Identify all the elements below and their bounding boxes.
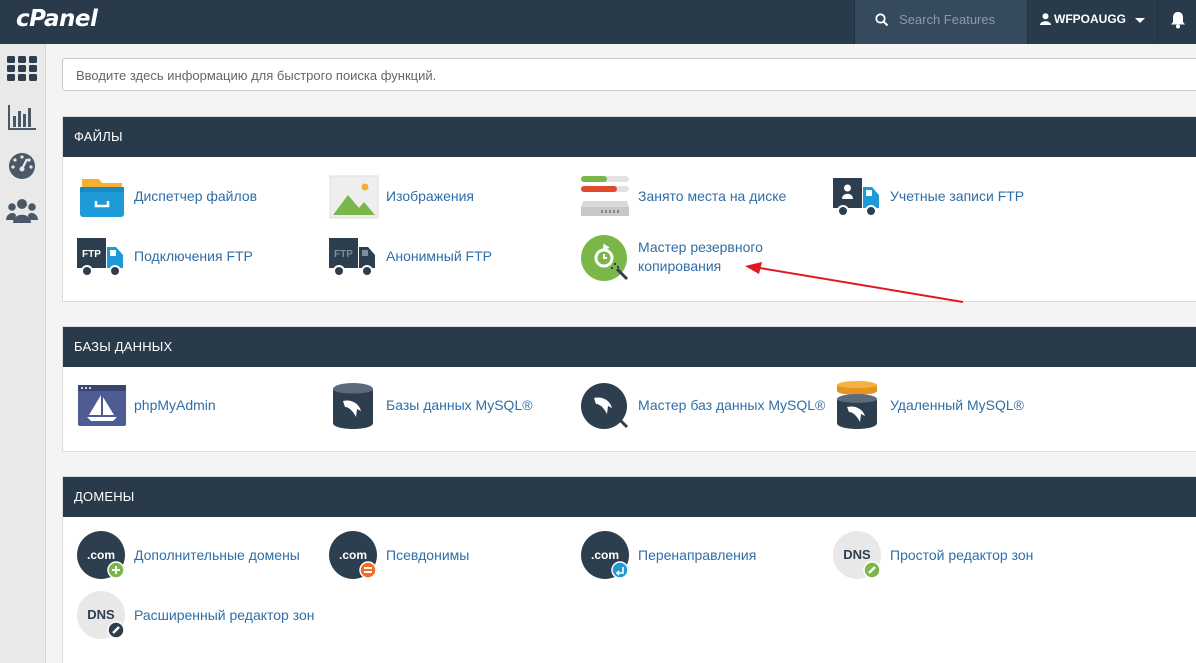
backup-wizard-label: Мастер резервного копирования [638,238,763,276]
anonymous-ftp-label: Анонимный FTP [386,248,492,264]
mysql-databases-label: Базы данных MySQL® [386,397,533,413]
advanced-zone-editor-label: Расширенный редактор зон [134,607,315,623]
aliases-icon: .com [329,531,377,579]
disk-usage-icon [581,176,629,216]
addon-domains-label: Дополнительные домены [134,547,300,563]
backup-wizard-label-line2: копирования [638,258,722,274]
feature-search-placeholder: Search Features [899,12,996,27]
phpmyadmin-icon [78,385,126,426]
images-label: Изображения [386,188,474,204]
chevron-down-icon[interactable] [1135,18,1145,23]
domains-section: ДОМЕНЫ .com Дополнительные домены .com П… [62,476,1196,663]
advanced-zone-editor-icon: DNS [77,591,125,639]
disk-usage-label: Занято места на диске [638,188,787,204]
cpanel-logo[interactable]: cPanel [16,6,98,32]
sidebar [0,44,46,663]
file-manager-label: Диспетчер файлов [134,188,258,204]
user-menu[interactable]: WFPOAUGG [1040,12,1126,26]
com-icon-text: .com [87,548,115,562]
addon-domains-icon: .com [77,531,125,579]
dns-icon-text: DNS [87,607,115,622]
notifications-button[interactable] [1157,0,1196,44]
com-icon-text: .com [339,548,367,562]
redirects-icon: .com [581,531,629,579]
ftp-accounts-icon [833,178,879,217]
users-icon[interactable] [6,196,38,226]
quick-search-input[interactable]: Вводите здесь информацию для быстрого по… [62,58,1196,91]
redirects-label: Перенаправления [638,547,757,563]
file-manager-icon [80,179,124,217]
ftp-connections-icon: FTP [77,238,123,277]
quick-search-placeholder: Вводите здесь информацию для быстрого по… [76,68,437,83]
bell-icon [1171,12,1185,29]
username: WFPOAUGG [1054,12,1126,26]
backup-wizard-icon [581,235,629,281]
mysql-database-icon [333,383,373,429]
ftp-icon-text: FTP [82,249,101,260]
aliases-label: Псевдонимы [386,547,470,563]
search-icon [875,13,889,27]
backup-wizard-label-line1: Мастер резервного [638,239,763,255]
ftp-accounts-label: Учетные записи FTP [890,188,1025,204]
top-bar: cPanel Search Features WFPOAUGG [0,0,1196,44]
anonymous-ftp-icon: FTP [329,238,375,277]
databases-section: БАЗЫ ДАННЫХ phpMyAdmin Базы данных MySQL… [62,326,1196,452]
remote-mysql-icon [837,381,877,429]
files-section: ФАЙЛЫ Диспетчер файлов Изображения Занят… [62,116,1196,302]
ftp-icon-text: FTP [334,249,353,260]
com-icon-text: .com [591,548,619,562]
section-title: ФАЙЛЫ [63,117,1196,157]
simple-zone-editor-label: Простой редактор зон [890,547,1034,563]
ftp-connections-label: Подключения FTP [134,248,253,264]
section-title: ДОМЕНЫ [63,477,1196,517]
dns-icon-text: DNS [843,547,871,562]
mysql-wizard-icon [581,383,629,429]
stats-icon[interactable] [6,102,38,132]
remote-mysql-label: Удаленный MySQL® [890,397,1024,413]
simple-zone-editor-icon: DNS [833,531,881,579]
images-icon [329,175,379,219]
phpmyadmin-label: phpMyAdmin [134,397,216,413]
home-grid-icon[interactable] [6,54,38,84]
user-icon [1040,13,1051,25]
feature-search-box[interactable]: Search Features [854,0,1028,44]
section-title: БАЗЫ ДАННЫХ [63,327,1196,367]
dashboard-icon[interactable] [6,150,38,180]
mysql-wizard-label: Мастер баз данных MySQL® [638,397,826,413]
